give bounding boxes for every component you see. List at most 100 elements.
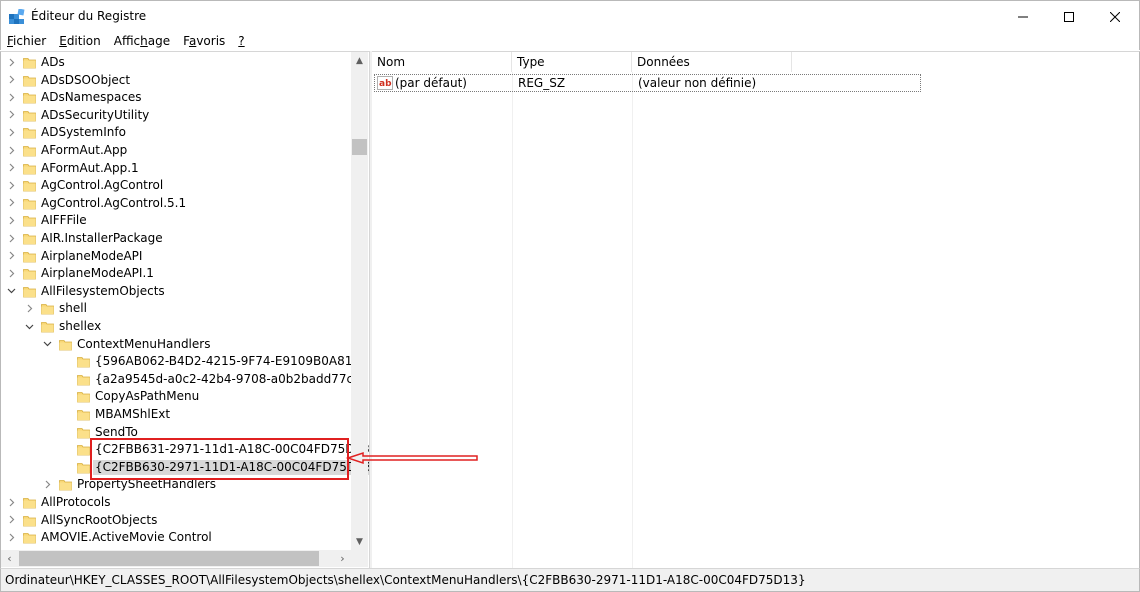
chevron-right-icon[interactable]: [6, 110, 16, 120]
tree-item[interactable]: {a2a9545d-a0c2-42b4-9708-a0b2badd77c8}: [1, 371, 368, 389]
folder-icon: [23, 250, 36, 263]
values-list[interactable]: Nom Type Données ab (par défaut) REG_SZ …: [372, 51, 1140, 568]
tree-item-label: AirplaneModeAPI.1: [41, 266, 154, 281]
minimize-button[interactable]: [1000, 1, 1046, 32]
tree-item[interactable]: AMOVIE.ActiveMovie Control: [1, 529, 351, 547]
tree-item-label: ADs: [41, 55, 65, 69]
column-header-type[interactable]: Type: [512, 52, 632, 72]
scroll-right-icon[interactable]: ›: [334, 550, 351, 567]
window-title: Éditeur du Registre: [31, 9, 147, 23]
tree-item[interactable]: ContextMenuHandlers: [1, 336, 351, 354]
tree-item[interactable]: AllFilesystemObjects: [1, 283, 351, 301]
tree-item-label: ADsNamespaces: [41, 90, 142, 105]
menu-item[interactable]: Fichier: [7, 34, 46, 48]
menu-item[interactable]: Affichage: [114, 34, 170, 48]
tree-item[interactable]: AgControl.AgControl: [1, 177, 351, 195]
tree-item-label: AllProtocols: [41, 495, 111, 509]
tree-item[interactable]: {596AB062-B4D2-4215-9F74-E9109B0A8153}: [1, 353, 369, 371]
tree-item[interactable]: CopyAsPathMenu: [1, 388, 351, 406]
tree-item-label: AIR.InstallerPackage: [41, 231, 163, 245]
chevron-right-icon[interactable]: [6, 57, 16, 67]
tree-item[interactable]: ADsSecurityUtility: [1, 107, 351, 125]
folder-icon: [59, 338, 72, 351]
folder-icon: [77, 461, 90, 474]
chevron-right-icon[interactable]: [6, 145, 16, 155]
tree-item[interactable]: ADs: [1, 54, 351, 72]
tree-item-label: AFormAut.App.1: [41, 160, 139, 175]
chevron-right-icon[interactable]: [6, 215, 16, 225]
chevron-right-icon[interactable]: [24, 303, 34, 313]
tree-item-label: AMOVIE.ActiveMovie Control: [41, 530, 212, 545]
column-header-name[interactable]: Nom: [372, 52, 512, 72]
chevron-right-icon[interactable]: [6, 180, 16, 190]
tree-item[interactable]: AFormAut.App: [1, 142, 351, 160]
chevron-right-icon[interactable]: [6, 233, 16, 243]
tree-item[interactable]: AllProtocols: [1, 494, 351, 512]
chevron-right-icon[interactable]: [6, 251, 16, 261]
tree-horizontal-scrollbar[interactable]: ‹ ›: [1, 550, 351, 567]
chevron-right-icon[interactable]: [6, 268, 16, 278]
chevron-down-icon[interactable]: [42, 339, 52, 349]
chevron-right-icon[interactable]: [6, 92, 16, 102]
value-row[interactable]: ab (par défaut) REG_SZ (valeur non défin…: [374, 74, 921, 92]
menu-bar: Fichier Edition Affichage Favoris?: [0, 32, 1140, 50]
chevron-right-icon[interactable]: [6, 163, 16, 173]
tree-item[interactable]: ADsNamespaces: [1, 89, 351, 107]
scroll-down-icon[interactable]: ▼: [351, 533, 368, 550]
chevron-right-icon[interactable]: [6, 127, 16, 137]
tree-vertical-scrollbar[interactable]: ▲ ▼: [351, 52, 368, 550]
title-bar[interactable]: Éditeur du Registre: [0, 0, 1140, 32]
folder-icon: [23, 232, 36, 245]
scroll-up-icon[interactable]: ▲: [351, 52, 368, 69]
tree-item-label: shell: [59, 301, 87, 316]
chevron-right-icon[interactable]: [42, 479, 52, 489]
chevron-right-icon[interactable]: [6, 75, 16, 85]
folder-icon: [23, 162, 36, 175]
menu-item[interactable]: Edition: [59, 34, 101, 48]
close-button[interactable]: [1092, 1, 1138, 32]
chevron-right-icon[interactable]: [6, 532, 16, 542]
scrollbar-corner: [351, 550, 368, 567]
value-name: (par défaut): [395, 76, 467, 90]
tree-item[interactable]: AFormAut.App.1: [1, 160, 351, 178]
tree-item[interactable]: AllSyncRootObjects: [1, 512, 351, 530]
tree-vertical-scroll-thumb[interactable]: [352, 139, 367, 155]
chevron-down-icon[interactable]: [6, 286, 16, 296]
value-data: (valeur non définie): [638, 76, 757, 90]
folder-icon: [59, 478, 72, 491]
chevron-right-icon[interactable]: [6, 497, 16, 507]
maximize-icon: [1064, 11, 1074, 22]
scroll-left-icon[interactable]: ‹: [1, 550, 18, 567]
value-type: REG_SZ: [518, 76, 566, 90]
folder-icon: [23, 144, 36, 157]
tree-item[interactable]: AirplaneModeAPI.1: [1, 265, 351, 283]
chevron-right-icon[interactable]: [6, 198, 16, 208]
tree-item-label: MBAMShlExt: [95, 407, 171, 421]
column-header-data[interactable]: Données: [632, 52, 792, 72]
tree-item[interactable]: ADsDSOObject: [1, 72, 351, 90]
tree-horizontal-scroll-thumb[interactable]: [19, 551, 319, 566]
tree-item[interactable]: shellex: [1, 318, 351, 336]
chevron-right-icon[interactable]: [6, 515, 16, 525]
folder-icon: [23, 514, 36, 527]
tree-item[interactable]: AgControl.AgControl.5.1: [1, 195, 351, 213]
tree-item-label: AgControl.AgControl.5.1: [41, 195, 187, 210]
chevron-down-icon[interactable]: [24, 321, 34, 331]
tree-item[interactable]: AIR.InstallerPackage: [1, 230, 351, 248]
tree-item[interactable]: AirplaneModeAPI: [1, 248, 351, 266]
tree-item[interactable]: shell: [1, 300, 351, 318]
tree-item-label: shellex: [59, 319, 102, 333]
tree-item-label: AllFilesystemObjects: [41, 283, 165, 298]
folder-icon: [23, 56, 36, 69]
maximize-button[interactable]: [1046, 1, 1092, 32]
tree-item[interactable]: MBAMShlExt: [1, 406, 351, 424]
folder-icon: [23, 197, 36, 210]
registry-tree[interactable]: ADs ADsDSOObject ADsNamespaces ADsSecurityU…: [0, 51, 369, 568]
tree-item[interactable]: ADSystemInfo: [1, 124, 351, 142]
folder-icon: [77, 426, 90, 439]
tree-item-label: ADsDSOObject: [41, 72, 131, 87]
menu-item[interactable]: ?: [238, 34, 244, 48]
tree-item-label: AllSyncRootObjects: [41, 512, 158, 527]
tree-item[interactable]: AIFFFile: [1, 212, 351, 230]
menu-item[interactable]: Favoris: [183, 34, 225, 48]
